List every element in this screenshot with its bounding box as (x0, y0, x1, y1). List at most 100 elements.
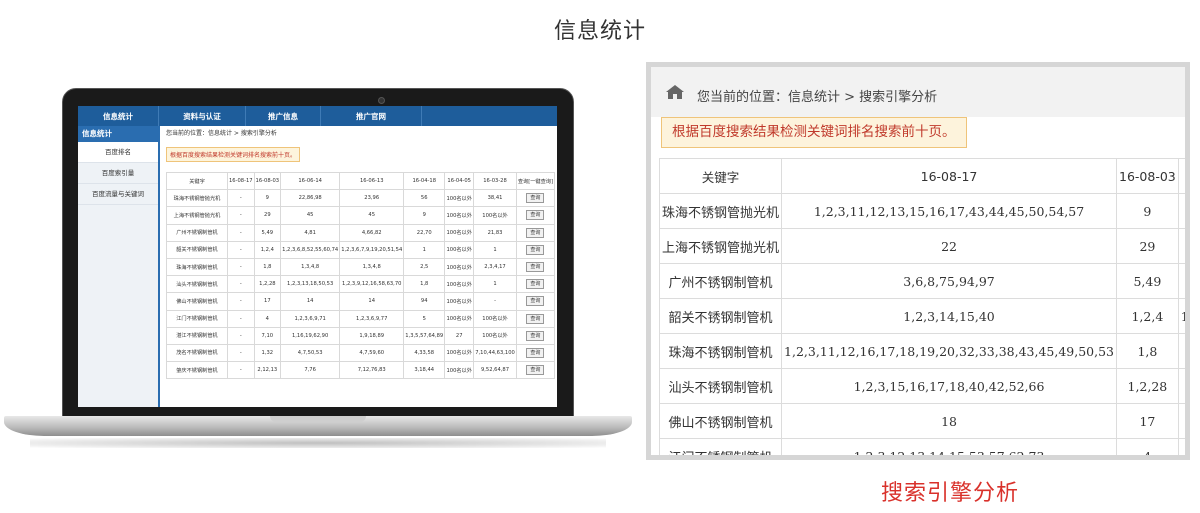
mini-cell: 29 (253, 206, 282, 225)
mini-cell: 查询 (515, 206, 556, 225)
mini-cell: 肇庆不锈钢制管机 (166, 361, 228, 380)
table-cell: 1,2,3,14,15,40 (781, 298, 1118, 334)
mini-column-header: 16-04-05 (444, 171, 475, 191)
mini-cell: 湛江不锈钢制管机 (166, 326, 228, 345)
mini-cell: 100名以外 (444, 189, 475, 208)
mini-cell: 汕头不锈钢制管机 (166, 275, 228, 294)
mini-sidebar-item[interactable]: 百度流量与关键词 (78, 184, 158, 205)
mini-sidebar-item[interactable]: 百度索引量 (78, 163, 158, 184)
table-cell: 1,2,3,11,12,13,15,16,17,43,44,45,50,54,5… (781, 193, 1118, 229)
mini-query-button[interactable]: 查询 (526, 296, 545, 307)
mini-cell: 1,9,18,89 (339, 326, 405, 345)
column-header: 16-06-14 (1177, 158, 1185, 194)
mini-cell: 22,86,98 (280, 189, 341, 208)
mini-cell: 17 (253, 292, 282, 311)
table-cell: 45 (1177, 228, 1185, 264)
mini-query-button[interactable]: 查询 (526, 210, 545, 221)
mini-table-row: 广州不锈钢制管机 -5,49 4,81 4,66,82 22,70 100名以外 21,83… (166, 223, 556, 242)
mini-query-button[interactable]: 查询 (526, 347, 545, 358)
mini-cell: 1,2,3,6,7,9,19,20,51,54 (339, 240, 405, 259)
mini-cell: 1,2,3,6,9,71 (280, 309, 341, 328)
mini-cell: 2,3,4,17 (473, 257, 517, 277)
mini-sidebar-item[interactable]: 百度排名 (78, 142, 158, 163)
mini-nav-tab[interactable]: 推广官网 (321, 106, 422, 126)
mini-nav-tab[interactable]: 信息统计 (78, 106, 159, 126)
mini-cell: 查询 (515, 275, 556, 294)
mini-cell: 江门不锈钢制管机 (166, 309, 228, 328)
mini-cell: 23,96 (339, 189, 405, 208)
table-row: 珠海不锈钢制管机 1,2,3,11,12,16,17,18,19,20,32,33… (658, 333, 1185, 369)
mini-cell: 查询 (515, 361, 556, 380)
laptop-mockup: 信息统计 资料与认证 推广信息 推广官网 信息统计 百度排名 百度索引量 百度流… (0, 86, 635, 466)
mini-cell: 100名以外 (473, 309, 517, 328)
mini-cell: - (227, 326, 255, 345)
mini-query-button[interactable]: 查询 (526, 313, 545, 324)
mini-cell: 1 (473, 240, 517, 259)
home-icon[interactable] (665, 84, 685, 100)
mini-nav-tab[interactable]: 推广信息 (246, 106, 321, 126)
mini-cell: 100名以外 (444, 257, 475, 277)
table-cell: 1,2,3,12,13,14,15,53,57,62,73 (781, 438, 1118, 455)
mini-cell: 7,10,44,63,100 (473, 343, 517, 363)
table-cell: 3,6,8,75,94,97 (781, 263, 1118, 299)
mini-cell: - (473, 292, 517, 311)
table-cell: 4,81 (1177, 263, 1185, 299)
mini-cell: 4,7,59,60 (339, 343, 405, 363)
mini-query-button[interactable]: 查询 (526, 193, 545, 204)
mini-query-button[interactable]: 查询 (526, 365, 545, 376)
mini-cell: 查询 (515, 240, 556, 259)
mini-cell: 45 (339, 206, 405, 225)
mini-cell: 9,52,64,87 (473, 361, 517, 380)
table-cell: 1,2,3,6,8,52,55,60,74 (1177, 298, 1185, 334)
table-cell: 14 (1177, 403, 1185, 439)
table-cell: 1,2,3,6,9,71 (1177, 438, 1185, 455)
mini-query-button[interactable]: 查询 (526, 244, 545, 255)
mini-query-button[interactable]: 查询 (526, 330, 545, 341)
mini-cell: 1,2,3,9,12,16,58,63,70 (339, 275, 405, 294)
mini-query-button[interactable]: 查询 (526, 279, 545, 290)
mini-table-row: 湛江不锈钢制管机 -7,10 1,16,19,62,90 1,9,18,89 1,3,5… (166, 326, 556, 345)
mini-cell: 1,3,4,8 (280, 257, 341, 277)
mini-cell: 1,3,5,57,64,89 (403, 326, 446, 345)
mini-table-header-row: 关键字 16-08-17 16-08-03 16-06-14 16-06-13 16-04… (166, 171, 556, 191)
mini-cell: 1,8 (403, 275, 446, 294)
table-cell: 佛山不锈钢制管机 (658, 403, 783, 439)
table-cell: 17 (1116, 403, 1179, 439)
mini-column-header: 16-03-28 (473, 171, 517, 191)
mini-cell: - (227, 206, 255, 225)
mini-nav-tab[interactable]: 资料与认证 (159, 106, 246, 126)
breadcrumb-bar: 您当前的位置：信息统计 > 搜索引擎分析 (651, 67, 1185, 117)
table-cell: 1,2,3,11,12,16,17,18,19,20,32,33,38,43,4… (781, 333, 1118, 369)
mini-cell: 查询 (515, 292, 556, 311)
mini-cell: 38,41 (473, 189, 517, 208)
mini-cell: 查询 (515, 309, 556, 328)
mini-cell: 查询 (515, 326, 556, 345)
camera-icon (378, 97, 385, 104)
mini-cell: 5,49 (253, 223, 282, 242)
mini-cell: 27 (444, 326, 475, 345)
table-row: 佛山不锈钢制管机181714 (658, 403, 1185, 439)
mini-table-row: 肇庆不锈钢制管机 -2,12,13 7,76 7,12,76,83 3,18,44 100… (166, 361, 556, 380)
mini-cell: 100名以外 (444, 223, 475, 242)
mini-table-row: 珠海不锈钢管抛光机 -9 22,86,98 23,96 56 100名以外 38,41 查询 (166, 189, 556, 208)
mini-query-button[interactable]: 查询 (526, 227, 545, 238)
mini-cell: 100名以外 (444, 309, 475, 328)
mini-cell: 100名以外 (444, 343, 475, 363)
mini-cell: 9 (253, 189, 282, 208)
table-cell: 广州不锈钢制管机 (658, 263, 783, 299)
table-cell: 1,2,3,13,18,50,53 (1177, 368, 1185, 404)
mini-cell: 4 (253, 309, 282, 328)
mini-cell: 1,2,3,13,18,50,53 (280, 275, 341, 294)
mini-cell: 3,18,44 (403, 361, 446, 380)
mini-sidebar: 信息统计 百度排名 百度索引量 百度流量与关键词 (78, 126, 160, 407)
mini-cell: 查询 (515, 257, 556, 277)
mini-query-button[interactable]: 查询 (526, 262, 545, 273)
table-cell: 5,49 (1116, 263, 1179, 299)
mini-cell: 14 (339, 292, 405, 311)
mini-column-header: 16-08-03 (253, 171, 282, 191)
mini-sidebar-head[interactable]: 信息统计 (78, 126, 158, 142)
mini-top-nav: 信息统计 资料与认证 推广信息 推广官网 (78, 106, 557, 126)
mini-cell: 查询 (515, 343, 556, 363)
table-row: 江门不锈钢制管机1,2,3,12,13,14,15,53,57,62,7341,… (658, 438, 1185, 455)
mini-cell: 4,66,82 (339, 223, 405, 242)
